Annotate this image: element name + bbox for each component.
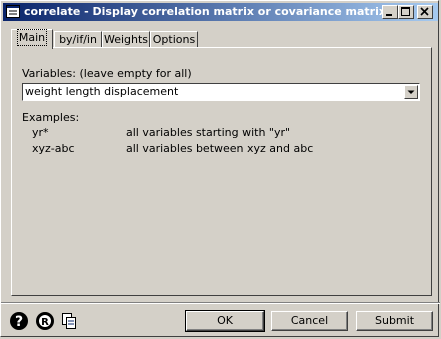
close-icon[interactable] <box>417 5 433 19</box>
copy-command-icon[interactable] <box>59 311 79 331</box>
ok-button[interactable]: OK <box>185 310 265 332</box>
cancel-button[interactable]: Cancel <box>271 311 348 331</box>
tab-weights[interactable]: Weights <box>102 31 150 48</box>
submit-button[interactable]: Submit <box>356 311 433 331</box>
tab-by-if-in[interactable]: by/if/in <box>54 31 102 48</box>
minimize-icon[interactable] <box>382 5 398 19</box>
tab-main[interactable]: Main <box>11 29 53 49</box>
title-bar[interactable]: correlate - Display correlation matrix o… <box>3 3 438 21</box>
main-panel <box>11 47 432 296</box>
maximize-icon[interactable] <box>398 5 414 19</box>
tab-options[interactable]: Options <box>150 31 198 48</box>
tab-by-if-in-label: by/if/in <box>59 33 97 46</box>
help-icon[interactable]: ? <box>9 311 29 331</box>
svg-text:?: ? <box>15 314 23 330</box>
stata-dialog-icon <box>6 5 20 18</box>
dialog-window: correlate - Display correlation matrix o… <box>0 0 440 337</box>
window-title: correlate - Display correlation matrix o… <box>24 5 386 18</box>
tab-options-label: Options <box>152 33 196 46</box>
tab-main-label: Main <box>16 29 48 46</box>
footer-divider <box>1 302 440 304</box>
tab-weights-label: Weights <box>103 33 149 46</box>
svg-text:R: R <box>41 317 49 328</box>
reset-icon[interactable]: R <box>35 311 55 331</box>
